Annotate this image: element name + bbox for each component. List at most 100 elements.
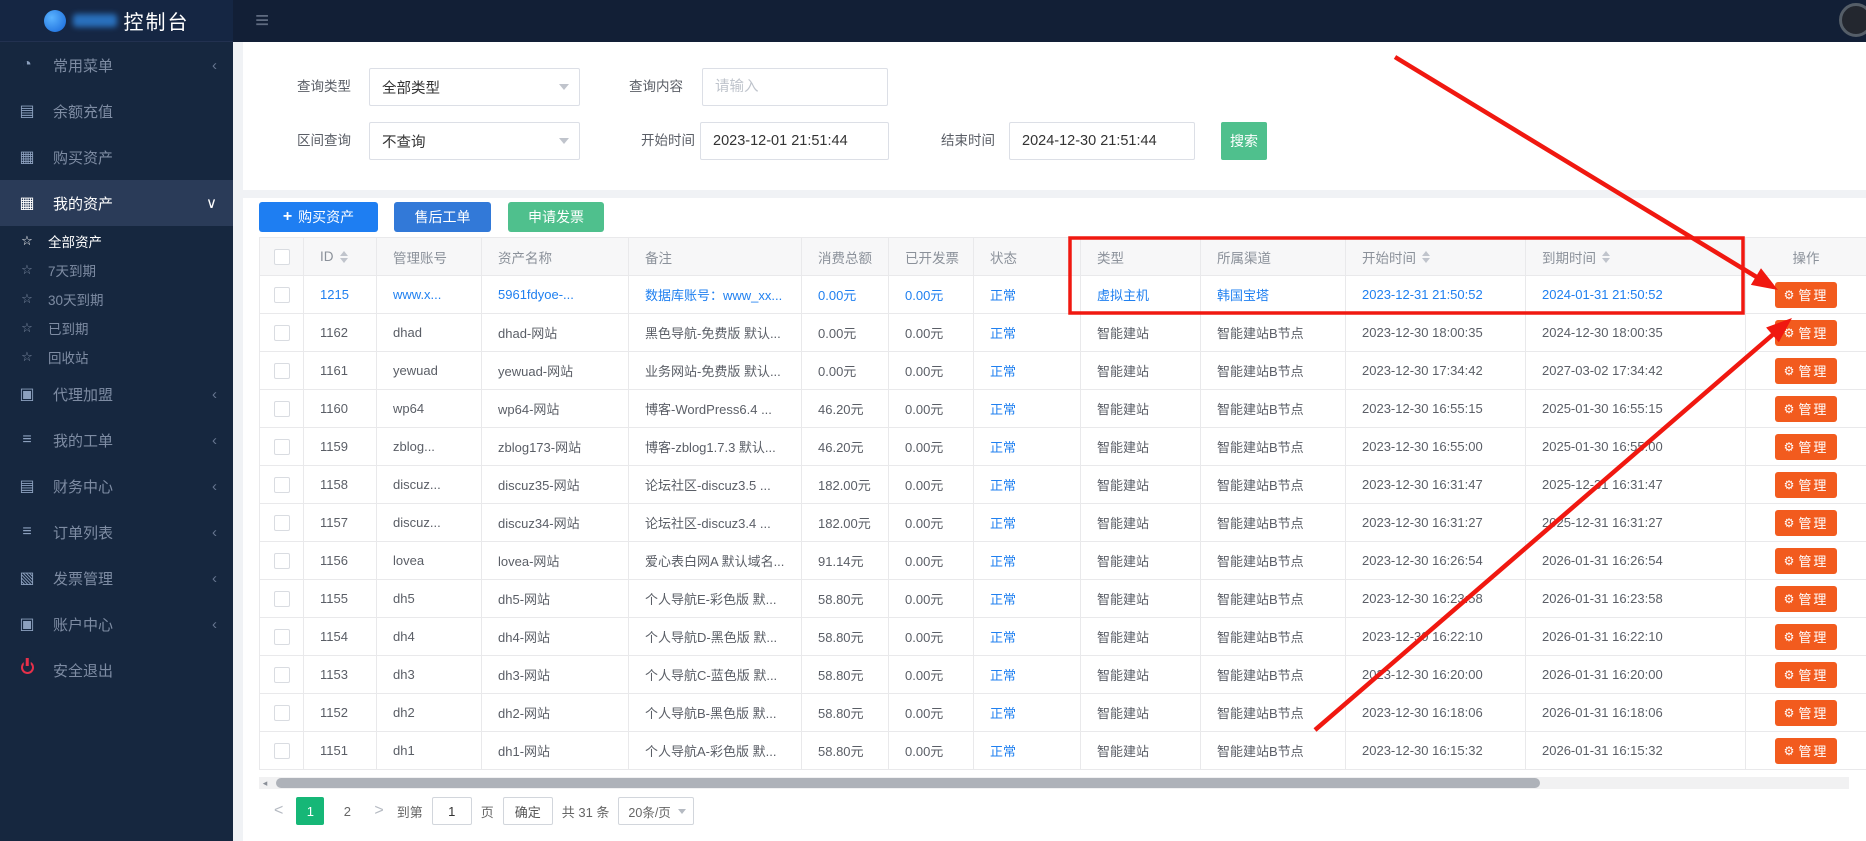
cell-remark: 业务网站-免费版 默认...	[629, 352, 802, 389]
aftersale-ticket-button[interactable]: 售后工单	[394, 202, 491, 232]
sidebar-item-订单列表[interactable]: ≡订单列表‹	[0, 509, 233, 555]
row-checkbox[interactable]	[274, 363, 290, 379]
next-page-button[interactable]: >	[370, 802, 387, 820]
start-time-input[interactable]	[700, 122, 889, 160]
cell-total: 46.20元	[802, 428, 889, 465]
cell-type: 智能建站	[1081, 466, 1201, 503]
cell-asset: discuz34-网站	[482, 504, 629, 541]
power-icon	[14, 661, 40, 679]
manage-button[interactable]: ⚙管理	[1775, 586, 1838, 612]
cell-type: 智能建站	[1081, 656, 1201, 693]
cell-invoiced: 0.00元	[889, 314, 974, 351]
gear-icon: ⚙	[1784, 744, 1795, 758]
row-checkbox[interactable]	[274, 439, 290, 455]
sidebar-item-发票管理[interactable]: ▧发票管理‹	[0, 555, 233, 601]
cell-account: dh1	[377, 732, 482, 769]
end-time-input[interactable]	[1009, 122, 1195, 160]
sidebar-item-回收站[interactable]: ☆回收站	[0, 342, 233, 371]
manage-button[interactable]: ⚙管理	[1775, 358, 1838, 384]
row-checkbox[interactable]	[274, 553, 290, 569]
cell-expire: 2024-12-30 18:00:35	[1526, 314, 1746, 351]
sidebar-item-我的工单[interactable]: ≡我的工单‹	[0, 417, 233, 463]
manage-button[interactable]: ⚙管理	[1775, 472, 1838, 498]
gear-icon: ⚙	[1784, 554, 1795, 568]
page-size-select[interactable]: 20条/页	[618, 797, 693, 825]
row-checkbox[interactable]	[274, 667, 290, 683]
row-checkbox[interactable]	[274, 629, 290, 645]
sidebar-item-账户中心[interactable]: ▣账户中心‹	[0, 601, 233, 647]
row-checkbox[interactable]	[274, 515, 290, 531]
cell-total: 0.00元	[802, 314, 889, 351]
scrollbar-thumb[interactable]	[276, 778, 1540, 788]
query-type-value: 全部类型	[382, 77, 440, 98]
sidebar-item-财务中心[interactable]: ▤财务中心‹	[0, 463, 233, 509]
cell-status: 正常	[974, 428, 1081, 465]
cell-expire: 2026-01-31 16:26:54	[1526, 542, 1746, 579]
cell-account: dhad	[377, 314, 482, 351]
row-checkbox[interactable]	[274, 325, 290, 341]
scroll-left-icon[interactable]: ◂	[259, 777, 271, 789]
sort-icon[interactable]	[340, 251, 348, 263]
row-checkbox[interactable]	[274, 287, 290, 303]
sidebar-item-7天到期[interactable]: ☆7天到期	[0, 255, 233, 284]
column-header-start[interactable]: 开始时间	[1346, 238, 1526, 275]
cell-type: 智能建站	[1081, 732, 1201, 769]
page-number-1[interactable]: 1	[296, 797, 324, 825]
query-type-select[interactable]: 全部类型	[369, 68, 580, 106]
row-checkbox[interactable]	[274, 705, 290, 721]
row-checkbox[interactable]	[274, 401, 290, 417]
sidebar-item-余额充值[interactable]: ▤余额充值	[0, 88, 233, 134]
prev-page-button[interactable]: <	[270, 802, 287, 820]
cell-action: ⚙管理	[1746, 504, 1866, 541]
buy-asset-button[interactable]: + 购买资产	[259, 202, 378, 232]
sidebar-item-全部资产[interactable]: ☆全部资产	[0, 226, 233, 255]
manage-button[interactable]: ⚙管理	[1775, 738, 1838, 764]
range-select[interactable]: 不查询	[369, 122, 580, 160]
sidebar-item-我的资产[interactable]: ▦我的资产∨	[0, 180, 233, 226]
manage-button[interactable]: ⚙管理	[1775, 396, 1838, 422]
row-checkbox[interactable]	[274, 743, 290, 759]
horizontal-scrollbar[interactable]: ◂	[259, 777, 1849, 789]
sidebar-item-常用菜单[interactable]: ◔常用菜单‹	[0, 42, 233, 88]
select-all-checkbox[interactable]	[274, 249, 290, 265]
page-number-2[interactable]: 2	[333, 797, 361, 825]
column-header-id[interactable]: ID	[304, 238, 377, 275]
cell-asset: dh3-网站	[482, 656, 629, 693]
manage-button[interactable]: ⚙管理	[1775, 510, 1838, 536]
cell-invoiced: 0.00元	[889, 276, 974, 313]
sidebar-item-购买资产[interactable]: ▦购买资产	[0, 134, 233, 180]
sidebar-item-已到期[interactable]: ☆已到期	[0, 313, 233, 342]
column-header-expire[interactable]: 到期时间	[1526, 238, 1746, 275]
cell-checkbox	[260, 694, 304, 731]
cell-id: 1161	[304, 352, 377, 389]
row-checkbox[interactable]	[274, 477, 290, 493]
sort-icon[interactable]	[1422, 251, 1430, 263]
manage-button[interactable]: ⚙管理	[1775, 662, 1838, 688]
manage-button[interactable]: ⚙管理	[1775, 320, 1838, 346]
gear-icon: ⚙	[1784, 288, 1795, 302]
manage-button[interactable]: ⚙管理	[1775, 282, 1838, 308]
manage-button[interactable]: ⚙管理	[1775, 434, 1838, 460]
cell-expire: 2026-01-31 16:23:58	[1526, 580, 1746, 617]
chevron-down-icon: ∨	[206, 194, 217, 212]
manage-button[interactable]: ⚙管理	[1775, 624, 1838, 650]
search-button[interactable]: 搜索	[1221, 122, 1267, 160]
sidebar-item-安全退出[interactable]: 安全退出	[0, 647, 233, 693]
sidebar-item-30天到期[interactable]: ☆30天到期	[0, 284, 233, 313]
star-icon: ☆	[15, 262, 39, 278]
request-invoice-button[interactable]: 申请发票	[508, 202, 604, 232]
manage-button[interactable]: ⚙管理	[1775, 548, 1838, 574]
sidebar-item-代理加盟[interactable]: ▣代理加盟‹	[0, 371, 233, 417]
cell-status: 正常	[974, 504, 1081, 541]
manage-button[interactable]: ⚙管理	[1775, 700, 1838, 726]
goto-confirm-button[interactable]: 确定	[503, 797, 553, 825]
hamburger-icon[interactable]: ≡	[255, 0, 269, 42]
row-checkbox[interactable]	[274, 591, 290, 607]
query-content-input[interactable]	[702, 68, 888, 106]
sort-icon[interactable]	[1602, 251, 1610, 263]
cell-asset: 5961fdyoe-...	[482, 276, 629, 313]
sidebar-item-label: 发票管理	[53, 568, 212, 589]
avatar[interactable]	[1839, 3, 1866, 37]
column-header-remark: 备注	[629, 238, 802, 275]
goto-page-input[interactable]	[432, 797, 472, 825]
